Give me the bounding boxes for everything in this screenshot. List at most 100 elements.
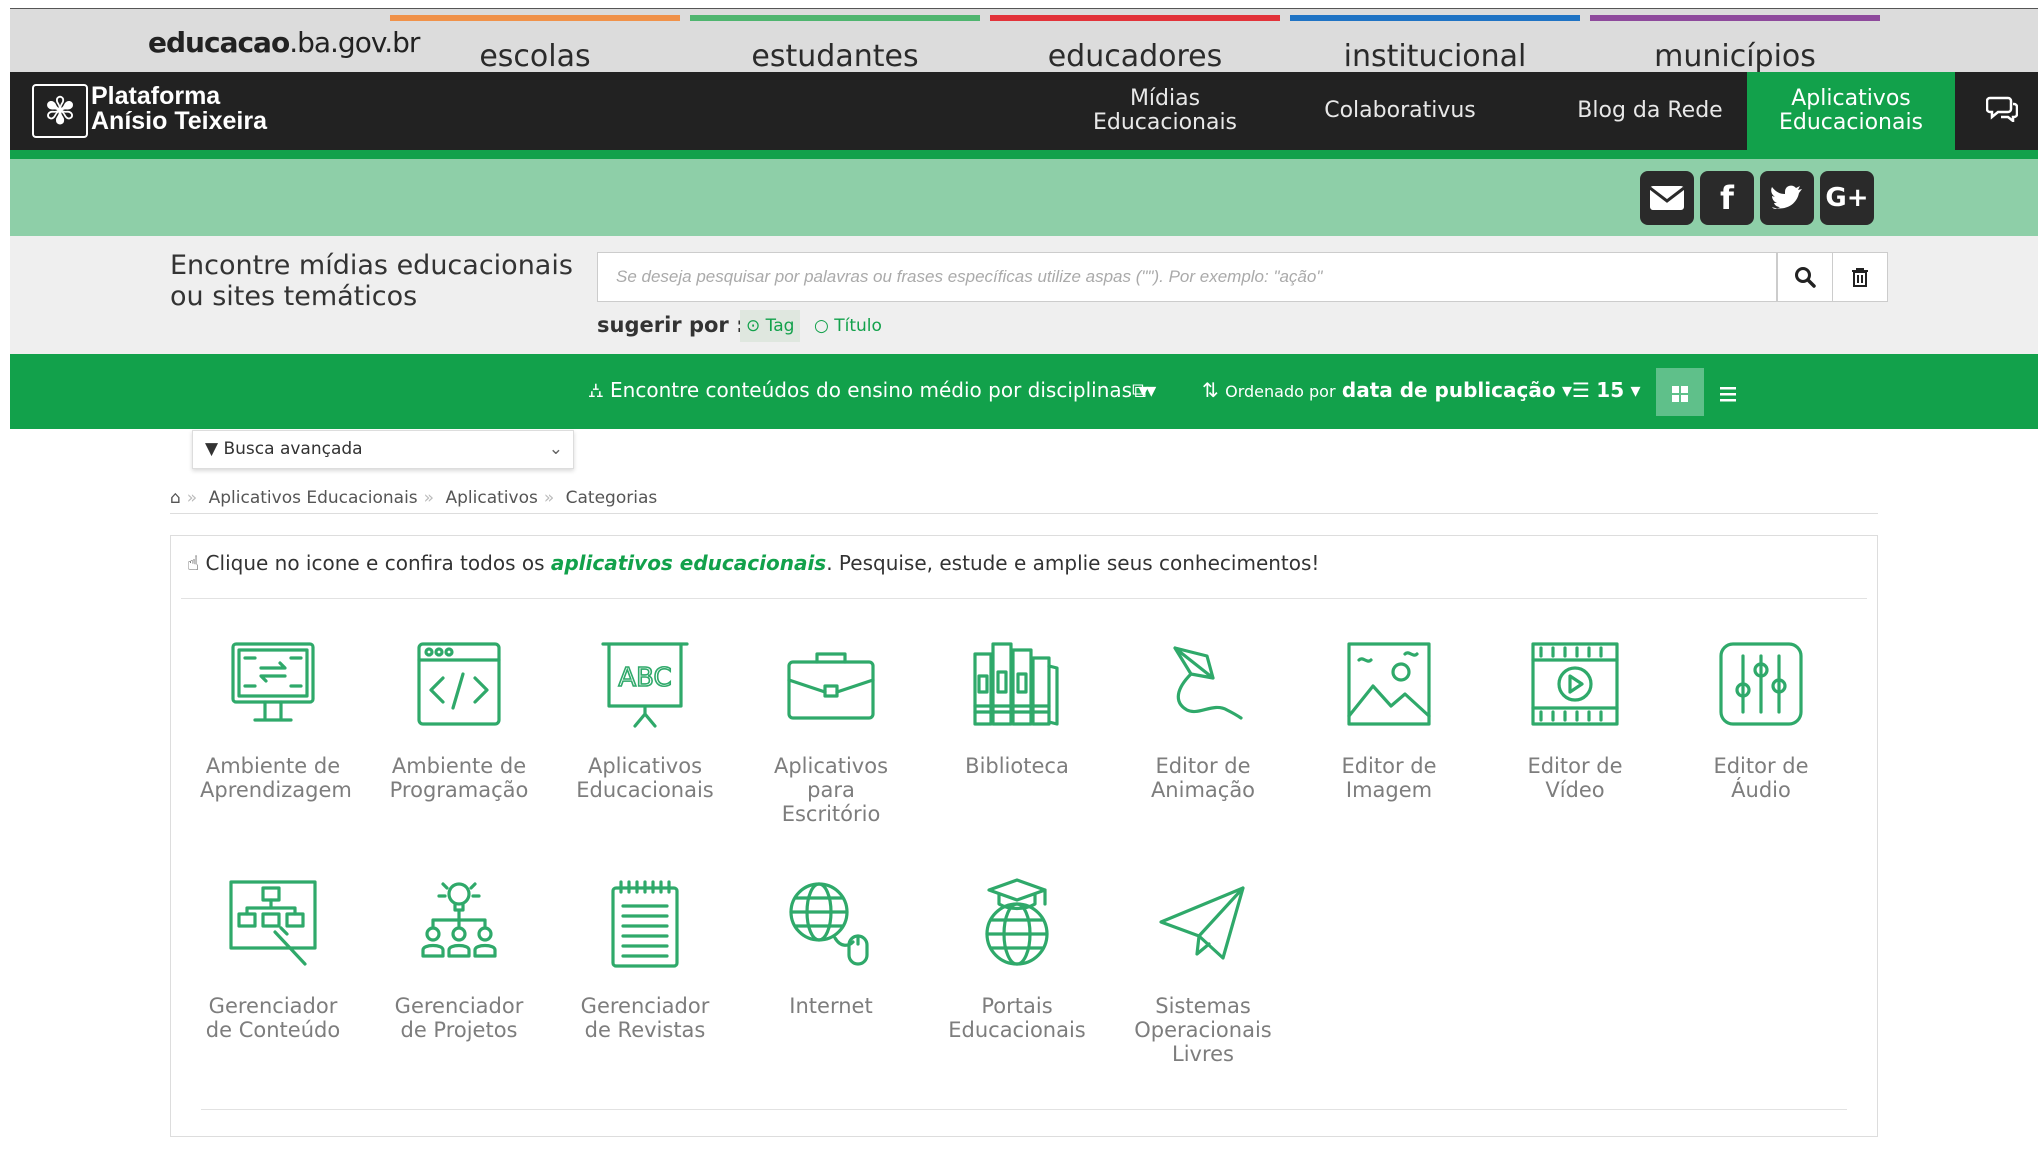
google-plus-icon[interactable]: G+ [1820,171,1874,225]
category-gerenciador-de-projetos[interactable]: Gerenciador de Projetos [384,876,534,1096]
filter-icon: ▼ [205,439,219,459]
social-band: f G+ [10,159,2038,236]
category-portais-educacionais[interactable]: Portais Educacionais [942,876,1092,1096]
category-editor-de-animacao[interactable]: Editor de Animação [1128,636,1278,856]
chat-icon[interactable] [1985,94,2019,129]
portal-bar: educacao.ba.gov.br escolas estudantes ed… [10,9,2038,74]
pointer-hand-icon: ☝ [187,551,200,575]
chevron-down-icon: ⌄ [548,439,563,459]
envelope-icon[interactable] [1640,171,1694,225]
portal-domain-link[interactable]: educacao.ba.gov.br [148,26,420,59]
radio-unchecked-icon: ○ [814,316,829,336]
intro-text: ☝ Clique no icone e confira todos os apl… [187,551,1319,575]
grid-view-button[interactable] [1656,368,1704,416]
radio-checked-icon: ⊙ [746,316,761,336]
category-gerenciador-de-conteudo[interactable]: Gerenciador de Conteúdo [198,876,348,1096]
platform-logo-icon[interactable]: ✾ [32,84,88,138]
logo-line-1: Plataforma [91,82,221,110]
intro-before: Clique no icone e confira todos os [205,551,551,575]
nav-link-label: Aplicativos Educacionais [1778,86,1924,135]
portal-tab-estudantes[interactable]: estudantes [690,15,980,74]
category-biblioteca[interactable]: Biblioteca [942,636,1092,856]
sort-dropdown[interactable]: ⇅ Ordenado por data de publicação ▾ [1202,378,1572,402]
intro-highlight: aplicativos educacionais [550,551,827,575]
category-label: Editor de Áudio [1713,754,1809,802]
sort-prefix: Ordenado por [1225,382,1336,401]
facebook-icon[interactable]: f [1700,171,1754,225]
nav-link-colaborativus[interactable]: Colaborativus [1290,72,1510,150]
category-label: Gerenciador de Projetos [394,994,524,1042]
intro-after: . Pesquise, estude e amplie seus conheci… [826,551,1320,575]
disciplines-label: Encontre conteúdos do ensino médio por d… [610,378,1133,402]
platform-logo-text[interactable]: Plataforma Anísio Teixeira [91,84,267,134]
search-input[interactable] [598,253,1774,301]
breadcrumb-item[interactable]: Aplicativos Educacionais [209,488,418,508]
category-label: Internet [789,994,873,1018]
advanced-search-dropdown[interactable]: ▼ Busca avançada ⌄ [192,430,574,469]
category-editor-de-imagem[interactable]: Editor de Imagem [1314,636,1464,856]
portal-tab-label: escolas [479,39,591,74]
portal-tab-institucional[interactable]: institucional [1290,15,1580,74]
globe-graduation-icon [985,878,1049,966]
suggest-option-titulo[interactable]: ○ Título [808,310,888,342]
category-ambiente-de-programacao[interactable]: Ambiente de Programação [384,636,534,856]
logo-line-2: Anísio Teixeira [91,107,267,135]
category-label: Ambiente de Aprendizagem [200,754,352,802]
kite-icon [1173,646,1243,720]
image-icon [1347,642,1431,726]
binoculars-icon: ⛼ [588,378,604,402]
category-sistemas-operacionais-livres[interactable]: Sistemas Operacionais Livres [1128,876,1278,1096]
main-navbar: ✾ Plataforma Anísio Teixeira Mídias Educ… [10,72,2038,150]
portal-tab-municipios[interactable]: municípios [1590,15,1880,74]
divider [181,598,1867,599]
category-label: Biblioteca [965,754,1069,778]
nav-link-label: Blog da Rede [1577,98,1723,123]
category-aplicativos-educacionais[interactable]: ABC Aplicativos Educacionais [570,636,720,856]
portal-tab-escolas[interactable]: escolas [390,15,680,74]
film-play-icon [1531,642,1619,726]
sort-value: data de publicação [1341,378,1556,402]
caret-down-icon: ▾ [1630,378,1641,402]
breadcrumb: ⌂» Aplicativos Educacionais» Aplicativos… [170,488,1878,514]
disciplines-dropdown[interactable]: ⛼ Encontre conteúdos do ensino médio por… [588,378,1148,405]
portal-tab-label: educadores [1047,39,1223,74]
category-ambiente-de-aprendizagem[interactable]: Ambiente de Aprendizagem [198,636,352,856]
presentation-board-icon: ABC [601,642,689,728]
sliders-icon [1719,642,1803,726]
copy-icon: ⧉ [1132,378,1147,402]
option-label: Tag [765,316,795,336]
suggest-label: sugerir por : [597,313,745,337]
breadcrumb-item[interactable]: Aplicativos [445,488,537,508]
portal-tab-educadores[interactable]: educadores [990,15,1280,74]
nav-link-label: Colaborativus [1324,98,1476,123]
nav-link-blog[interactable]: Blog da Rede [1540,72,1760,150]
nav-link-midias[interactable]: Mídias Educacionais [1065,72,1265,150]
breadcrumb-separator: » [543,488,555,508]
category-label: Ambiente de Programação [389,754,529,802]
category-internet[interactable]: Internet [756,876,906,1096]
sort-icon: ⇅ [1202,378,1219,402]
category-gerenciador-de-revistas[interactable]: Gerenciador de Revistas [570,876,720,1096]
list-view-button[interactable] [1704,368,1752,416]
category-label: Aplicativos Educacionais [576,754,714,802]
clear-search-button[interactable] [1832,252,1888,302]
home-icon[interactable]: ⌂ [170,488,181,508]
suggest-option-tag[interactable]: ⊙ Tag [740,310,801,342]
svg-text:ABC: ABC [618,663,671,693]
nav-link-aplicativos[interactable]: Aplicativos Educacionais [1747,72,1955,150]
portal-tab-label: institucional [1343,39,1527,74]
portal-tab-label: estudantes [751,39,919,74]
search-button[interactable] [1777,252,1833,302]
category-label: Editor de Vídeo [1527,754,1623,802]
category-label: Editor de Animação [1150,754,1256,802]
list-icon: ☰ [1572,378,1590,402]
category-editor-de-audio[interactable]: Editor de Áudio [1686,636,1836,856]
per-page-dropdown[interactable]: ☰ 15 ▾ [1572,378,1641,402]
globe-mouse-icon [789,882,869,966]
search-section: Encontre mídias educacionais ou sites te… [10,236,2038,354]
twitter-icon[interactable] [1760,171,1814,225]
copy-options-dropdown[interactable]: ⧉▾ [1132,378,1156,402]
category-editor-de-video[interactable]: Editor de Vídeo [1500,636,1650,856]
advanced-search-label: Busca avançada [223,439,363,459]
category-aplicativos-para-escritorio[interactable]: Aplicativos para Escritório [756,636,906,856]
